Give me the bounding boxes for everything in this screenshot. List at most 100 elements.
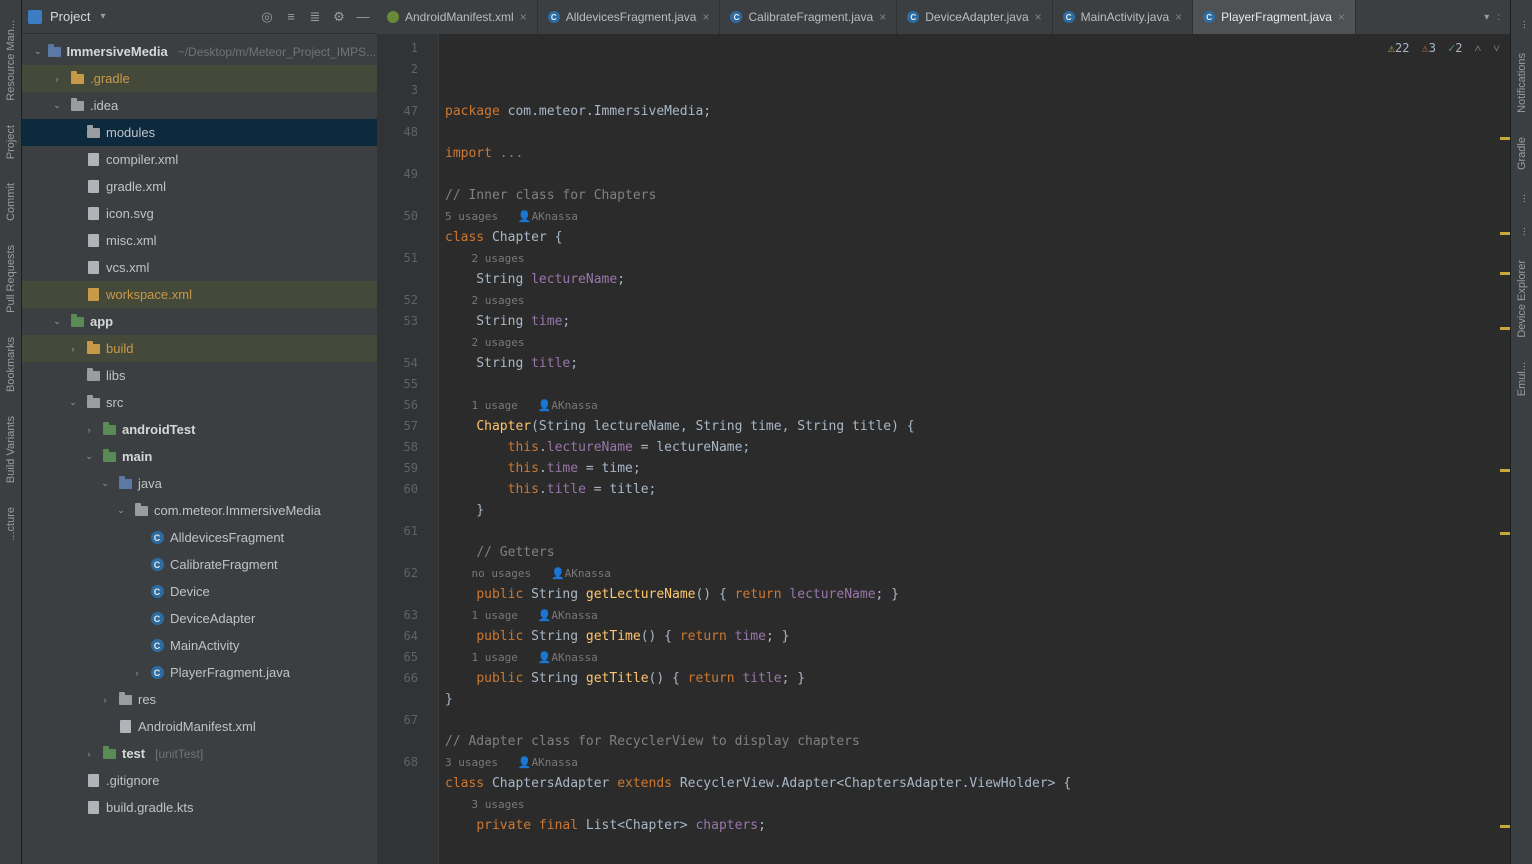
line-number[interactable] [377, 227, 438, 248]
line-number[interactable]: 66 [377, 668, 438, 689]
tree-node[interactable]: ⌄com.meteor.ImmersiveMedia [22, 497, 377, 524]
code-inlay[interactable]: 2 usages [445, 248, 1510, 269]
tree-twisty-icon[interactable]: › [66, 344, 80, 354]
tree-node[interactable]: ›CPlayerFragment.java [22, 659, 377, 686]
tab-more-icon[interactable]: ▾ [1484, 12, 1489, 23]
tree-twisty-icon[interactable]: › [82, 425, 96, 435]
line-number[interactable]: 48 [377, 122, 438, 143]
tool-button[interactable]: Project [5, 125, 17, 159]
tool-button[interactable]: Pull Requests [5, 245, 17, 313]
tree-node[interactable]: ›.gradle [22, 65, 377, 92]
code-line[interactable]: } [445, 689, 1510, 710]
tool-button[interactable]: Resource Man... [5, 20, 17, 101]
line-number[interactable]: 60 [377, 479, 438, 500]
tool-button[interactable]: ... [1516, 227, 1528, 236]
tree-node[interactable]: CCalibrateFragment [22, 551, 377, 578]
tree-twisty-icon[interactable]: › [130, 668, 144, 678]
code-inlay[interactable]: 1 usage AKnassa [445, 605, 1510, 626]
code-line[interactable]: // Inner class for Chapters [445, 185, 1510, 206]
locate-icon[interactable]: ◎ [259, 9, 275, 25]
tree-node[interactable]: modules [22, 119, 377, 146]
editor-tab[interactable]: CDeviceAdapter.java× [897, 0, 1052, 34]
code-inlay[interactable]: 5 usages AKnassa [445, 206, 1510, 227]
code-line[interactable]: this.lectureName = lectureName; [445, 437, 1510, 458]
tree-twisty-icon[interactable]: ⌄ [98, 478, 112, 489]
code-line[interactable] [445, 710, 1510, 731]
code-line[interactable]: this.time = time; [445, 458, 1510, 479]
tool-button[interactable]: ... [1516, 194, 1528, 203]
line-number[interactable]: 54 [377, 353, 438, 374]
code-line[interactable]: public String getTime() { return time; } [445, 626, 1510, 647]
tool-button[interactable]: Notifications [1516, 53, 1528, 113]
code-line[interactable]: public String getTitle() { return title;… [445, 668, 1510, 689]
line-number[interactable]: 62 [377, 563, 438, 584]
code-line[interactable]: Chapter(String lectureName, String time,… [445, 416, 1510, 437]
code-line[interactable] [445, 374, 1510, 395]
code-inlay[interactable]: 3 usages [445, 794, 1510, 815]
tree-twisty-icon[interactable]: › [50, 74, 64, 84]
line-number[interactable]: 64 [377, 626, 438, 647]
weak-warnings-count[interactable]: 3 [1422, 38, 1436, 59]
line-number[interactable]: 1 [377, 38, 438, 59]
tree-node[interactable]: icon.svg [22, 200, 377, 227]
close-icon[interactable]: × [879, 10, 886, 24]
tree-node[interactable]: CMainActivity [22, 632, 377, 659]
tool-button[interactable]: Bookmarks [5, 337, 17, 392]
code-inlay[interactable]: 1 usage AKnassa [445, 647, 1510, 668]
code-line[interactable]: String title; [445, 353, 1510, 374]
tree-node[interactable]: misc.xml [22, 227, 377, 254]
code-line[interactable] [445, 122, 1510, 143]
code-line[interactable]: // Getters [445, 542, 1510, 563]
tree-node[interactable]: ⌄src [22, 389, 377, 416]
project-title[interactable]: Project [50, 9, 90, 24]
prev-highlight-icon[interactable]: ˄ [1474, 38, 1481, 59]
line-number[interactable]: 50 [377, 206, 438, 227]
tree-node[interactable]: ›build [22, 335, 377, 362]
code-inlay[interactable]: 2 usages [445, 332, 1510, 353]
line-number[interactable]: 57 [377, 416, 438, 437]
line-number[interactable] [377, 689, 438, 710]
tree-node[interactable]: ⌄app [22, 308, 377, 335]
tool-button[interactable]: ...cture [5, 507, 17, 541]
gear-icon[interactable]: ⚙ [331, 9, 347, 25]
line-number[interactable]: 3 [377, 80, 438, 101]
close-icon[interactable]: × [702, 10, 709, 24]
tool-button[interactable]: Build Variants [5, 416, 17, 483]
code-line[interactable] [445, 164, 1510, 185]
tool-button[interactable]: Gradle [1516, 137, 1528, 170]
tree-twisty-icon[interactable]: ⌄ [66, 397, 80, 408]
line-number[interactable] [377, 542, 438, 563]
line-number[interactable]: 51 [377, 248, 438, 269]
code-inlay[interactable]: 1 usage AKnassa [445, 395, 1510, 416]
code-line[interactable]: import ... [445, 143, 1510, 164]
line-number[interactable]: 67 [377, 710, 438, 731]
line-number[interactable] [377, 731, 438, 752]
close-icon[interactable]: × [1338, 10, 1345, 24]
code-line[interactable]: String lectureName; [445, 269, 1510, 290]
tree-node[interactable]: ⌄main [22, 443, 377, 470]
tree-twisty-icon[interactable]: ⌄ [34, 46, 42, 57]
line-number[interactable]: 47 [377, 101, 438, 122]
typos-count[interactable]: 2 [1448, 38, 1462, 59]
tree-twisty-icon[interactable]: ⌄ [82, 451, 96, 462]
chevron-down-icon[interactable]: ▾ [100, 11, 105, 22]
tree-node[interactable]: ›androidTest [22, 416, 377, 443]
tree-node[interactable]: ⌄.idea [22, 92, 377, 119]
collapse-icon[interactable]: ≣ [307, 9, 323, 25]
tree-node[interactable]: AndroidManifest.xml [22, 713, 377, 740]
editor-tab[interactable]: AndroidManifest.xml× [377, 0, 538, 34]
close-icon[interactable]: × [1035, 10, 1042, 24]
line-number[interactable]: 53 [377, 311, 438, 332]
tree-node[interactable]: CAlldevicesFragment [22, 524, 377, 551]
code-inlay[interactable]: 2 usages [445, 290, 1510, 311]
tree-node[interactable]: CDevice [22, 578, 377, 605]
line-number[interactable]: 55 [377, 374, 438, 395]
line-number[interactable] [377, 500, 438, 521]
tree-node[interactable]: ›test[unitTest] [22, 740, 377, 767]
code-inlay[interactable]: no usages AKnassa [445, 563, 1510, 584]
tree-node[interactable]: libs [22, 362, 377, 389]
tool-button[interactable]: Device Explorer [1516, 260, 1528, 338]
tree-node[interactable]: ›res [22, 686, 377, 713]
code-line[interactable]: // Adapter class for RecyclerView to dis… [445, 731, 1510, 752]
tree-node[interactable]: vcs.xml [22, 254, 377, 281]
